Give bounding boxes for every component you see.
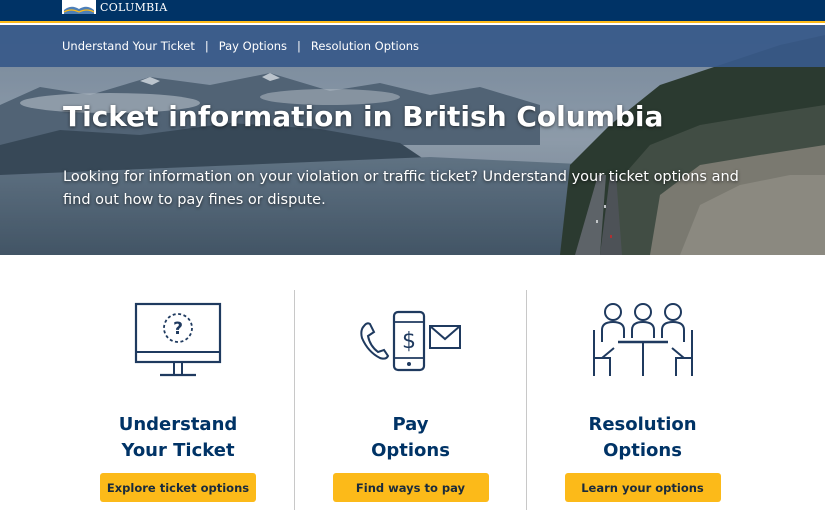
card-title-line: Resolution: [588, 414, 697, 435]
nav-link-understand-ticket[interactable]: Understand Your Ticket: [62, 39, 195, 53]
option-cards: ? Understand Your Ticket Explore ticket …: [62, 290, 762, 510]
monitor-question-icon: ?: [123, 300, 233, 400]
card-title: Understand Your Ticket: [88, 412, 268, 464]
nav-separator: |: [204, 39, 209, 53]
card-pay-options: $ Pay Options Find ways to pay: [294, 290, 526, 510]
hero-description: Looking for information on your violatio…: [63, 169, 739, 208]
logo-text: COLUMBIA: [100, 1, 168, 14]
page-title: Ticket information in British Columbia: [63, 100, 664, 133]
find-ways-to-pay-button[interactable]: Find ways to pay: [332, 473, 489, 502]
phone-payment-envelope-icon: $: [356, 300, 466, 400]
card-title-line: Options: [371, 440, 450, 461]
card-title: Resolution Options: [553, 412, 733, 464]
bc-logo-mark-icon: [62, 0, 96, 14]
nav-link-pay-options[interactable]: Pay Options: [219, 39, 287, 53]
explore-ticket-options-button[interactable]: Explore ticket options: [100, 473, 256, 502]
card-resolution-options: Resolution Options Learn your options: [526, 290, 758, 510]
nav-link-resolution-options[interactable]: Resolution Options: [311, 39, 419, 53]
bc-gov-logo[interactable]: COLUMBIA: [62, 0, 167, 14]
card-title: Pay Options: [321, 412, 501, 464]
svg-text:$: $: [402, 329, 416, 354]
site-header: COLUMBIA: [0, 0, 825, 23]
nav-separator: |: [297, 39, 301, 53]
learn-your-options-button[interactable]: Learn your options: [564, 473, 721, 502]
card-title-line: Pay: [392, 414, 429, 435]
card-understand-ticket: ? Understand Your Ticket Explore ticket …: [62, 290, 294, 510]
card-title-line: Understand: [118, 414, 238, 435]
main-navigation: Understand Your Ticket | Pay Options | R…: [0, 25, 825, 67]
meeting-table-icon: [588, 300, 698, 400]
card-title-line: Your Ticket: [121, 440, 235, 461]
svg-text:?: ?: [173, 319, 183, 339]
card-title-line: Options: [603, 440, 682, 461]
